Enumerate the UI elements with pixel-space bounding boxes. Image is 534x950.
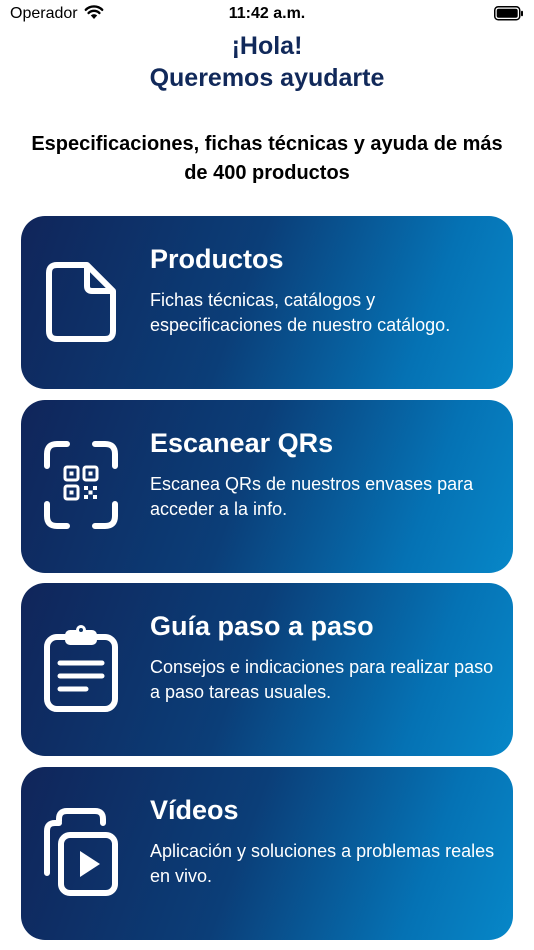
products-card-title: Productos	[150, 244, 284, 274]
document-icon	[46, 262, 116, 342]
scan-qr-card[interactable]: Escanear QRs Escanea QRs de nuestros env…	[21, 400, 513, 573]
battery-icon	[494, 6, 523, 21]
scan-qr-card-title: Escanear QRs	[150, 428, 334, 458]
clipboard-icon	[44, 625, 118, 712]
greeting-title: ¡Hola!	[231, 32, 303, 60]
page-subtitle: Especificaciones, fichas técnicas y ayud…	[31, 133, 503, 184]
step-guide-card[interactable]: Guía paso a paso Consejos e indicaciones…	[21, 583, 513, 756]
videos-card-description: Aplicación y soluciones a problemas real…	[150, 841, 495, 886]
videos-card-title: Vídeos	[150, 795, 239, 825]
products-card-description: Fichas técnicas, catálogos y especificac…	[150, 290, 451, 335]
step-guide-card-title: Guía paso a paso	[150, 611, 374, 641]
step-guide-card-description: Consejos e indicaciones para realizar pa…	[150, 657, 494, 702]
scan-qr-card-description: Escanea QRs de nuestros envases para acc…	[150, 474, 474, 519]
products-card[interactable]: Productos Fichas técnicas, catálogos y e…	[21, 216, 513, 389]
qr-scan-icon	[44, 441, 118, 529]
clock-time: 11:42 a.m.	[228, 5, 306, 22]
status-bar: Operador 11:42 a.m.	[0, 0, 534, 30]
page-title: Queremos ayudarte	[149, 64, 385, 92]
greeting-header: ¡Hola! Queremos ayudarte	[0, 30, 534, 94]
video-play-icon	[44, 808, 118, 896]
videos-card[interactable]: Vídeos Aplicación y soluciones a problem…	[21, 767, 513, 940]
